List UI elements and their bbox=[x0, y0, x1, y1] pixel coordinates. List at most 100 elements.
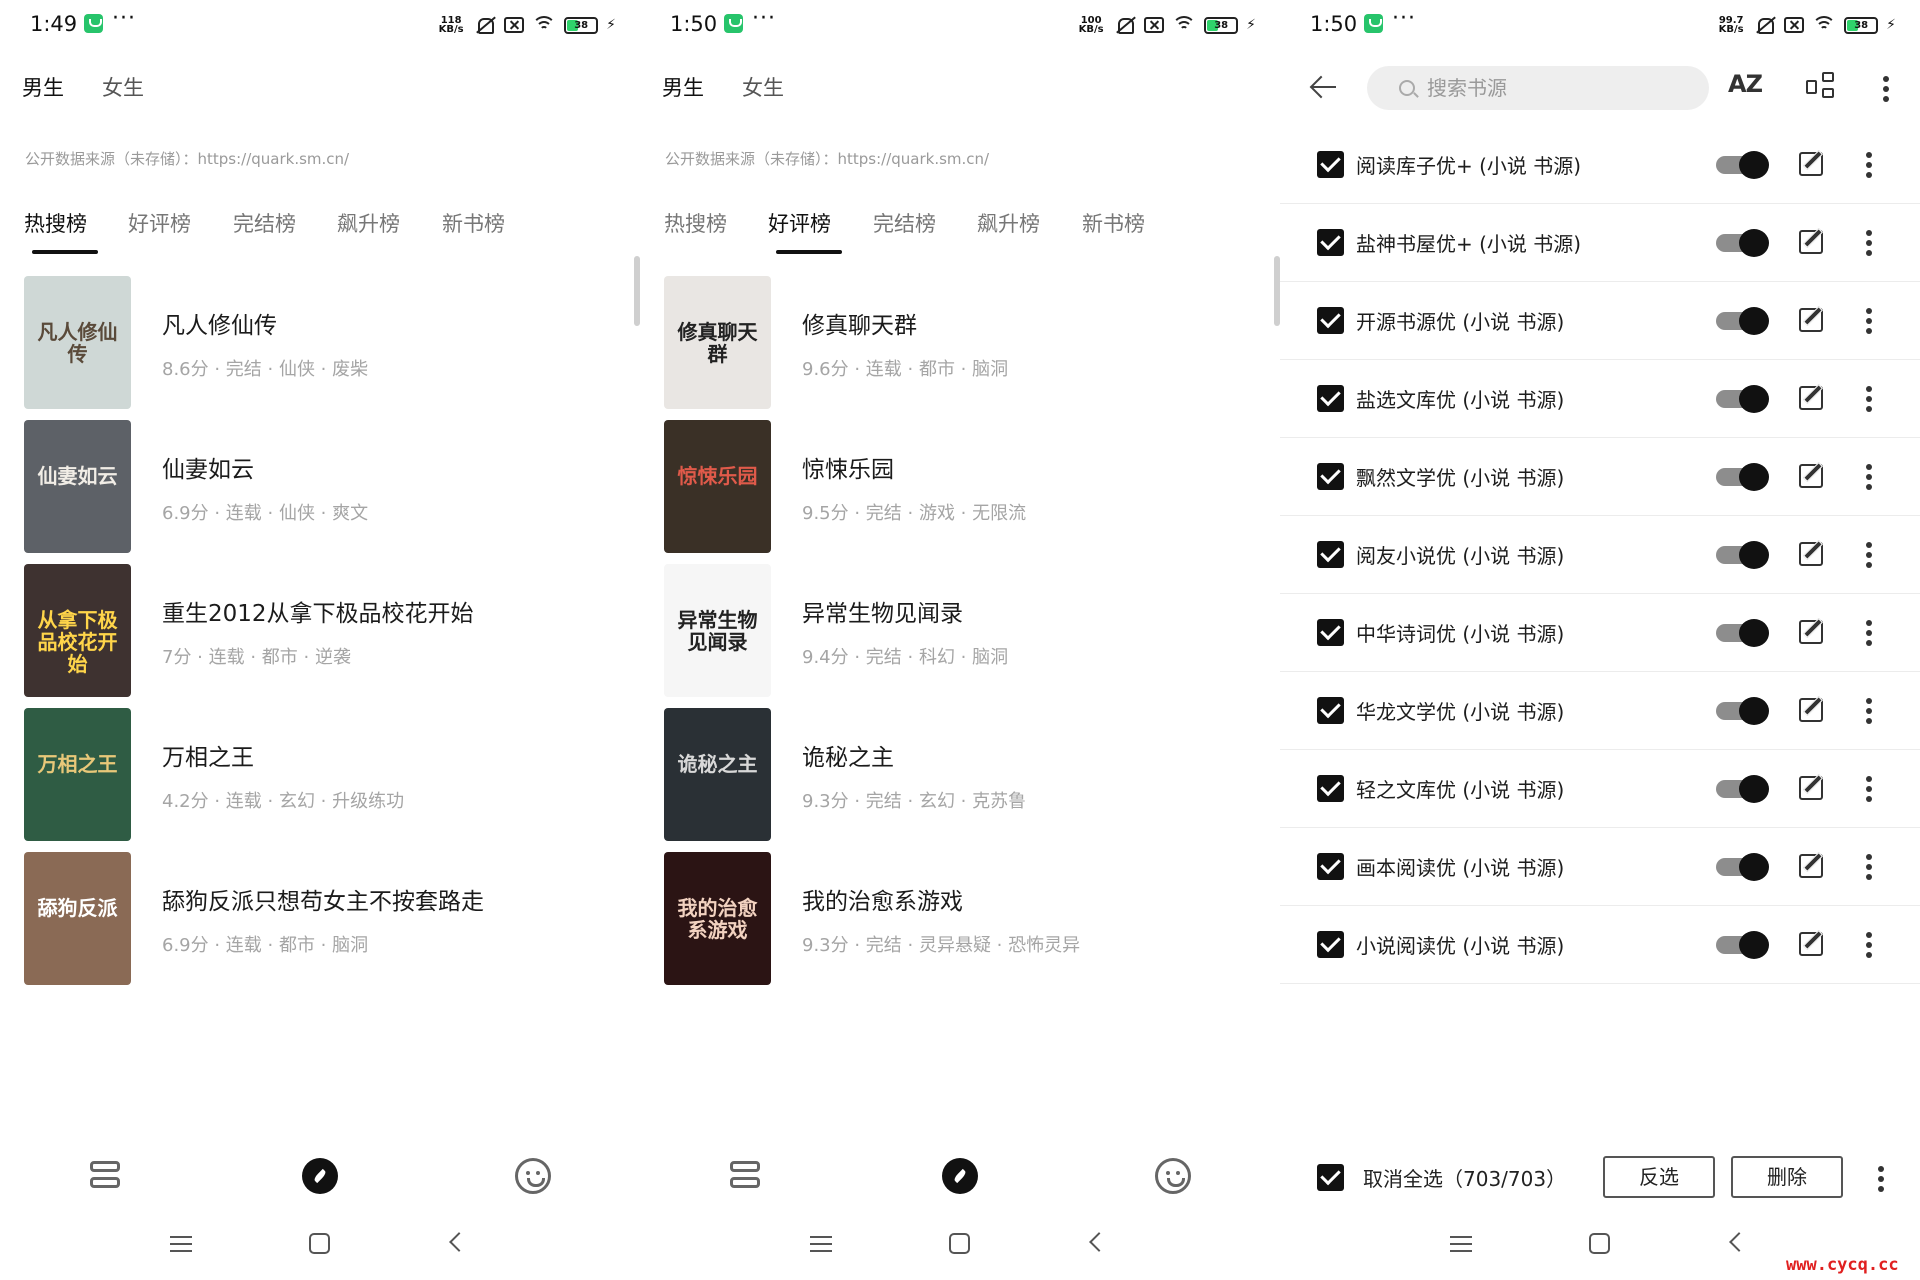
edit-icon[interactable] bbox=[1799, 620, 1823, 644]
source-enable-toggle[interactable] bbox=[1716, 463, 1769, 491]
source-checkbox[interactable] bbox=[1317, 931, 1344, 958]
book-title[interactable]: 我的治愈系游戏 bbox=[802, 882, 963, 916]
book-item[interactable]: 从拿下极品校花开始 重生2012从拿下极品校花开始 7分 · 连载 · 都市 · 逆… bbox=[0, 564, 640, 708]
book-item[interactable]: 凡人修仙传 凡人修仙传 8.6分 · 完结 · 仙侠 · 废柴 bbox=[0, 276, 640, 420]
source-checkbox[interactable] bbox=[1317, 541, 1344, 568]
tab-male[interactable]: 男生 bbox=[662, 72, 704, 102]
discover-icon[interactable] bbox=[302, 1158, 338, 1194]
source-enable-toggle[interactable] bbox=[1716, 151, 1769, 179]
edit-icon[interactable] bbox=[1799, 776, 1823, 800]
bookshelf-icon[interactable] bbox=[728, 1158, 764, 1194]
book-cover[interactable]: 凡人修仙传 bbox=[24, 276, 131, 409]
recent-apps-icon[interactable] bbox=[1450, 1234, 1472, 1252]
edit-icon[interactable] bbox=[1799, 386, 1823, 410]
row-more-icon[interactable] bbox=[1865, 620, 1873, 646]
book-cover[interactable]: 修真聊天群 bbox=[664, 276, 771, 409]
source-enable-toggle[interactable] bbox=[1716, 385, 1769, 413]
discover-icon[interactable] bbox=[942, 1158, 978, 1194]
tab-rank-3[interactable]: 飙升榜 bbox=[337, 208, 400, 238]
tab-rank-1[interactable]: 好评榜 bbox=[128, 208, 191, 238]
book-title[interactable]: 异常生物见闻录 bbox=[802, 594, 963, 628]
book-cover[interactable]: 万相之王 bbox=[24, 708, 131, 841]
tab-rank-4[interactable]: 新书榜 bbox=[1082, 208, 1145, 238]
source-row[interactable]: 飘然文学优 (小说 书源) bbox=[1280, 438, 1920, 516]
recent-apps-icon[interactable] bbox=[810, 1234, 832, 1252]
source-row[interactable]: 小说阅读优 (小说 书源) bbox=[1280, 906, 1920, 984]
source-checkbox[interactable] bbox=[1317, 307, 1344, 334]
profile-icon[interactable] bbox=[1155, 1158, 1191, 1194]
book-item[interactable]: 惊悚乐园 惊悚乐园 9.5分 · 完结 · 游戏 · 无限流 bbox=[640, 420, 1280, 564]
source-row[interactable]: 阅读库子优+ (小说 书源) bbox=[1280, 126, 1920, 204]
edit-icon[interactable] bbox=[1799, 464, 1823, 488]
sort-az-icon[interactable]: AZ bbox=[1728, 70, 1763, 98]
source-enable-toggle[interactable] bbox=[1716, 853, 1769, 881]
source-enable-toggle[interactable] bbox=[1716, 307, 1769, 335]
tab-female[interactable]: 女生 bbox=[742, 72, 784, 102]
book-title[interactable]: 仙妻如云 bbox=[162, 450, 254, 484]
selection-more-icon[interactable] bbox=[1877, 1166, 1885, 1192]
tab-rank-0[interactable]: 热搜榜 bbox=[664, 208, 727, 238]
book-title[interactable]: 诡秘之主 bbox=[802, 738, 894, 772]
book-title[interactable]: 万相之王 bbox=[162, 738, 254, 772]
book-title[interactable]: 惊悚乐园 bbox=[802, 450, 894, 484]
source-row[interactable]: 盐神书屋优+ (小说 书源) bbox=[1280, 204, 1920, 282]
source-checkbox[interactable] bbox=[1317, 775, 1344, 802]
source-checkbox[interactable] bbox=[1317, 229, 1344, 256]
book-cover[interactable]: 惊悚乐园 bbox=[664, 420, 771, 553]
book-cover[interactable]: 诡秘之主 bbox=[664, 708, 771, 841]
book-item[interactable]: 异常生物见闻录 异常生物见闻录 9.4分 · 完结 · 科幻 · 脑洞 bbox=[640, 564, 1280, 708]
source-enable-toggle[interactable] bbox=[1716, 775, 1769, 803]
back-icon[interactable] bbox=[1089, 1232, 1109, 1252]
more-menu-icon[interactable] bbox=[1882, 76, 1890, 102]
row-more-icon[interactable] bbox=[1865, 698, 1873, 724]
select-all-label[interactable]: 取消全选（703/703） bbox=[1363, 1163, 1566, 1192]
back-icon[interactable] bbox=[449, 1232, 469, 1252]
source-checkbox[interactable] bbox=[1317, 619, 1344, 646]
tab-rank-2[interactable]: 完结榜 bbox=[233, 208, 296, 238]
tab-rank-1[interactable]: 好评榜 bbox=[768, 208, 831, 238]
book-item[interactable]: 诡秘之主 诡秘之主 9.3分 · 完结 · 玄幻 · 克苏鲁 bbox=[640, 708, 1280, 852]
source-enable-toggle[interactable] bbox=[1716, 619, 1769, 647]
source-row[interactable]: 阅友小说优 (小说 书源) bbox=[1280, 516, 1920, 594]
book-cover[interactable]: 我的治愈系游戏 bbox=[664, 852, 771, 985]
tab-rank-2[interactable]: 完结榜 bbox=[873, 208, 936, 238]
source-checkbox[interactable] bbox=[1317, 463, 1344, 490]
book-item[interactable]: 我的治愈系游戏 我的治愈系游戏 9.3分 · 完结 · 灵异悬疑 · 恐怖灵异 bbox=[640, 852, 1280, 996]
row-more-icon[interactable] bbox=[1865, 464, 1873, 490]
source-row[interactable]: 开源书源优 (小说 书源) bbox=[1280, 282, 1920, 360]
source-row[interactable]: 中华诗词优 (小说 书源) bbox=[1280, 594, 1920, 672]
book-title[interactable]: 凡人修仙传 bbox=[162, 306, 277, 340]
row-more-icon[interactable] bbox=[1865, 542, 1873, 568]
source-checkbox[interactable] bbox=[1317, 385, 1344, 412]
tab-rank-3[interactable]: 飙升榜 bbox=[977, 208, 1040, 238]
back-icon[interactable] bbox=[1729, 1232, 1749, 1252]
tab-female[interactable]: 女生 bbox=[102, 72, 144, 102]
book-title[interactable]: 重生2012从拿下极品校花开始 bbox=[162, 594, 474, 628]
source-enable-toggle[interactable] bbox=[1716, 931, 1769, 959]
recent-apps-icon[interactable] bbox=[170, 1234, 192, 1252]
back-arrow-icon[interactable] bbox=[1310, 74, 1336, 100]
source-enable-toggle[interactable] bbox=[1716, 541, 1769, 569]
edit-icon[interactable] bbox=[1799, 932, 1823, 956]
edit-icon[interactable] bbox=[1799, 854, 1823, 878]
row-more-icon[interactable] bbox=[1865, 308, 1873, 334]
book-item[interactable]: 仙妻如云 仙妻如云 6.9分 · 连载 · 仙侠 · 爽文 bbox=[0, 420, 640, 564]
edit-icon[interactable] bbox=[1799, 230, 1823, 254]
search-box[interactable] bbox=[1367, 66, 1709, 110]
select-all-checkbox[interactable] bbox=[1317, 1164, 1344, 1191]
home-icon[interactable] bbox=[1589, 1233, 1610, 1254]
book-item[interactable]: 舔狗反派 舔狗反派只想苟女主不按套路走 6.9分 · 连载 · 都市 · 脑洞 bbox=[0, 852, 640, 996]
row-more-icon[interactable] bbox=[1865, 854, 1873, 880]
home-icon[interactable] bbox=[309, 1233, 330, 1254]
row-more-icon[interactable] bbox=[1865, 776, 1873, 802]
edit-icon[interactable] bbox=[1799, 698, 1823, 722]
book-title[interactable]: 修真聊天群 bbox=[802, 306, 917, 340]
edit-icon[interactable] bbox=[1799, 308, 1823, 332]
source-row[interactable]: 华龙文学优 (小说 书源) bbox=[1280, 672, 1920, 750]
source-row[interactable]: 画本阅读优 (小说 书源) bbox=[1280, 828, 1920, 906]
home-icon[interactable] bbox=[949, 1233, 970, 1254]
tab-rank-0[interactable]: 热搜榜 bbox=[24, 208, 87, 238]
row-more-icon[interactable] bbox=[1865, 932, 1873, 958]
profile-icon[interactable] bbox=[515, 1158, 551, 1194]
book-cover[interactable]: 舔狗反派 bbox=[24, 852, 131, 985]
